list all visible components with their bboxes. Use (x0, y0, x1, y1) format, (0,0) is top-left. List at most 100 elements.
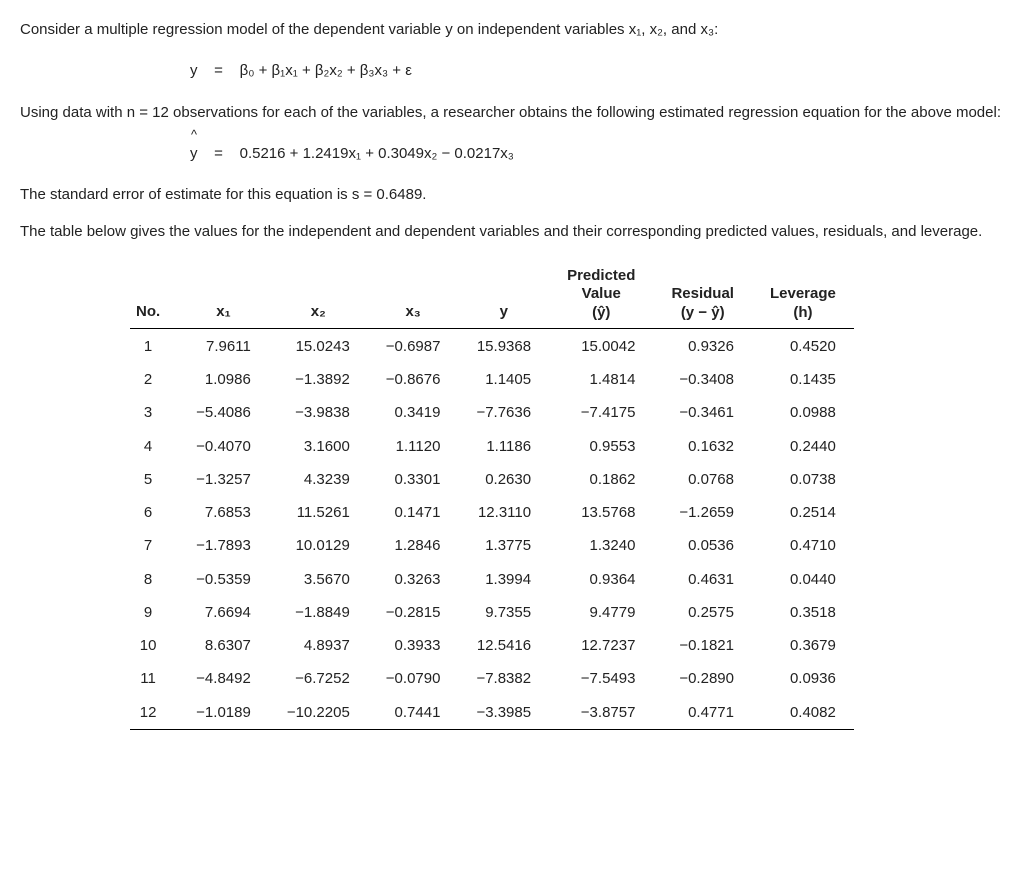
col-residual-label: Residual (671, 285, 734, 302)
table-row: 11−4.8492−6.7252−0.0790−7.8382−7.5493−0.… (130, 662, 854, 695)
cell-leverage: 0.0988 (752, 396, 854, 429)
cell-x3: 1.2846 (368, 529, 459, 562)
cell-leverage: 0.2514 (752, 496, 854, 529)
cell-x1: −1.0189 (178, 696, 269, 730)
cell-y: 1.3994 (458, 563, 549, 596)
cell-residual: 0.0536 (653, 529, 752, 562)
cell-x2: −6.7252 (269, 662, 368, 695)
eq-rhs: 0.5216 + 1.2419x₁ + 0.3049x₂ − 0.0217x₃ (240, 145, 514, 162)
cell-predicted: 0.1862 (549, 463, 653, 496)
cell-leverage: 0.4710 (752, 529, 854, 562)
cell-y: 1.3775 (458, 529, 549, 562)
cell-no: 11 (130, 662, 178, 695)
cell-x3: 1.1120 (368, 430, 459, 463)
col-x3: x₃ (368, 262, 459, 329)
col-residual-symbol: (y − ŷ) (681, 304, 725, 321)
cell-x3: 0.3301 (368, 463, 459, 496)
table-row: 17.961115.0243−0.698715.936815.00420.932… (130, 328, 854, 363)
model-equation: y = β₀ + β₁x₁ + β₂x₂ + β₃x₃ + ε (190, 59, 1004, 82)
cell-x1: 7.6694 (178, 596, 269, 629)
cell-y: 15.9368 (458, 328, 549, 363)
cell-x3: 0.3263 (368, 563, 459, 596)
cell-leverage: 0.0936 (752, 662, 854, 695)
cell-no: 8 (130, 563, 178, 596)
col-predicted-label1: Predicted (567, 267, 635, 284)
cell-x2: −1.3892 (269, 363, 368, 396)
cell-x2: 4.3239 (269, 463, 368, 496)
cell-residual: −0.3461 (653, 396, 752, 429)
cell-x1: 8.6307 (178, 629, 269, 662)
cell-x2: −3.9838 (269, 396, 368, 429)
cell-predicted: −7.4175 (549, 396, 653, 429)
cell-predicted: 0.9553 (549, 430, 653, 463)
cell-predicted: 1.3240 (549, 529, 653, 562)
col-predicted: Predicted Value (ŷ) (549, 262, 653, 329)
table-row: 8−0.53593.56700.32631.39940.93640.46310.… (130, 563, 854, 596)
table-intro: The table below gives the values for the… (20, 220, 1004, 243)
cell-x2: 15.0243 (269, 328, 368, 363)
cell-x3: −0.8676 (368, 363, 459, 396)
cell-leverage: 0.3518 (752, 596, 854, 629)
cell-predicted: 1.4814 (549, 363, 653, 396)
col-y: y (458, 262, 549, 329)
problem-intro-1: Consider a multiple regression model of … (20, 18, 1004, 41)
cell-predicted: 12.7237 (549, 629, 653, 662)
cell-no: 2 (130, 363, 178, 396)
cell-predicted: −3.8757 (549, 696, 653, 730)
cell-no: 5 (130, 463, 178, 496)
cell-residual: 0.0768 (653, 463, 752, 496)
cell-leverage: 0.0738 (752, 463, 854, 496)
cell-x3: 0.3933 (368, 629, 459, 662)
cell-y: 1.1186 (458, 430, 549, 463)
table-row: 7−1.789310.01291.28461.37751.32400.05360… (130, 529, 854, 562)
table-row: 108.63074.89370.393312.541612.7237−0.182… (130, 629, 854, 662)
cell-x3: −0.6987 (368, 328, 459, 363)
eq-eq: = (214, 62, 223, 79)
cell-x1: −4.8492 (178, 662, 269, 695)
eq-lhs: y (190, 62, 198, 79)
cell-residual: −0.3408 (653, 363, 752, 396)
cell-x2: 10.0129 (269, 529, 368, 562)
cell-residual: −0.2890 (653, 662, 752, 695)
cell-x1: 7.6853 (178, 496, 269, 529)
cell-x1: −0.4070 (178, 430, 269, 463)
table-row: 21.0986−1.3892−0.86761.14051.4814−0.3408… (130, 363, 854, 396)
cell-x2: 11.5261 (269, 496, 368, 529)
cell-residual: 0.2575 (653, 596, 752, 629)
cell-predicted: 13.5768 (549, 496, 653, 529)
cell-residual: −1.2659 (653, 496, 752, 529)
cell-leverage: 0.4520 (752, 328, 854, 363)
table-row: 97.6694−1.8849−0.28159.73559.47790.25750… (130, 596, 854, 629)
cell-leverage: 0.1435 (752, 363, 854, 396)
cell-x3: 0.3419 (368, 396, 459, 429)
cell-y: 9.7355 (458, 596, 549, 629)
table-row: 3−5.4086−3.98380.3419−7.7636−7.4175−0.34… (130, 396, 854, 429)
col-residual: Residual (y − ŷ) (653, 262, 752, 329)
cell-y: −7.7636 (458, 396, 549, 429)
cell-x3: −0.0790 (368, 662, 459, 695)
cell-residual: 0.4771 (653, 696, 752, 730)
cell-leverage: 0.0440 (752, 563, 854, 596)
cell-x2: 3.1600 (269, 430, 368, 463)
problem-intro-2: Using data with n = 12 observations for … (20, 101, 1004, 124)
table-row: 12−1.0189−10.22050.7441−3.3985−3.87570.4… (130, 696, 854, 730)
cell-x2: −10.2205 (269, 696, 368, 730)
cell-y: 12.5416 (458, 629, 549, 662)
cell-x1: −5.4086 (178, 396, 269, 429)
table-row: 5−1.32574.32390.33010.26300.18620.07680.… (130, 463, 854, 496)
cell-no: 7 (130, 529, 178, 562)
cell-predicted: 9.4779 (549, 596, 653, 629)
cell-x2: 3.5670 (269, 563, 368, 596)
cell-no: 4 (130, 430, 178, 463)
eq-lhs-yhat: y (190, 142, 198, 165)
cell-x1: −1.7893 (178, 529, 269, 562)
cell-x3: −0.2815 (368, 596, 459, 629)
cell-residual: −0.1821 (653, 629, 752, 662)
col-leverage-label: Leverage (770, 285, 836, 302)
table-row: 4−0.40703.16001.11201.11860.95530.16320.… (130, 430, 854, 463)
col-predicted-symbol: (ŷ) (592, 304, 610, 321)
cell-x2: −1.8849 (269, 596, 368, 629)
cell-residual: 0.4631 (653, 563, 752, 596)
cell-residual: 0.1632 (653, 430, 752, 463)
cell-no: 3 (130, 396, 178, 429)
